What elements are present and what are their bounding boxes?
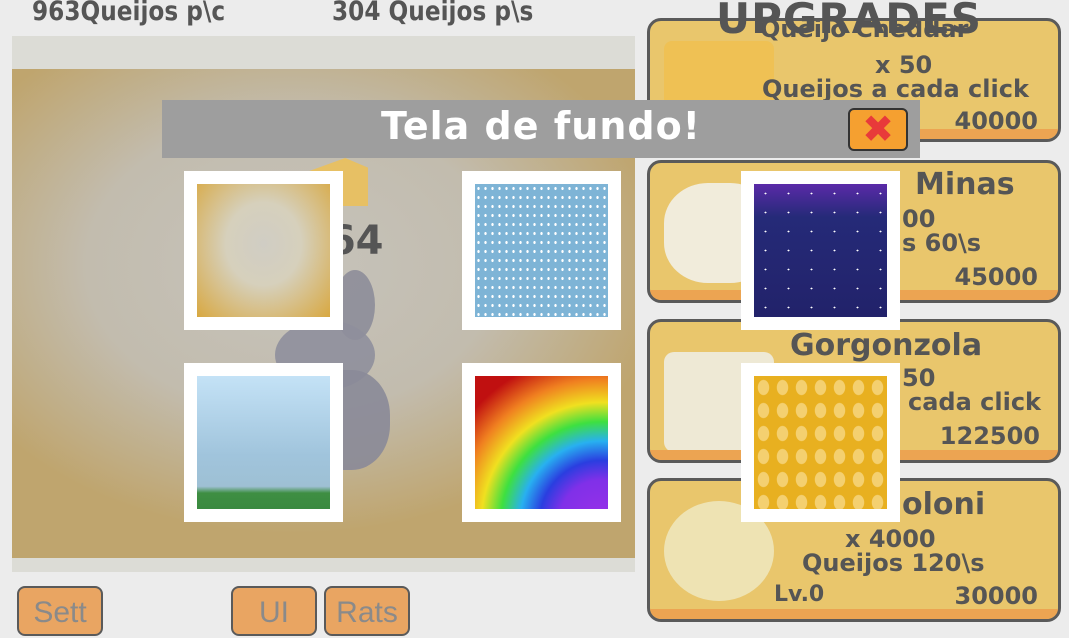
upgrade-description: Queijos 120\s	[802, 549, 985, 577]
background-option-rainbow[interactable]	[462, 363, 621, 522]
upgrade-price: 122500	[939, 422, 1040, 450]
ui-button[interactable]: UI	[231, 586, 317, 636]
upgrade-description: s 60\s	[902, 229, 982, 257]
background-modal-header: Tela de fundo! ✖	[162, 100, 920, 158]
upgrade-title: Gorgonzola	[790, 328, 983, 363]
close-x-icon[interactable]: ✖	[848, 108, 908, 151]
per-click-stat: 963Queijos p\c	[32, 0, 226, 27]
upgrade-price: 30000	[954, 582, 1039, 610]
upgrade-price: 40000	[954, 107, 1039, 135]
settings-button[interactable]: Sett	[17, 586, 103, 636]
background-option-night-sky[interactable]	[741, 171, 900, 330]
upgrade-title: Minas	[915, 167, 1015, 202]
upgrades-title: UPGRADES	[716, 0, 983, 43]
background-option-cheese-pattern[interactable]	[741, 363, 900, 522]
upgrade-title: oloni	[902, 487, 986, 522]
background-option-sky-grass[interactable]	[184, 363, 343, 522]
upgrade-level: Lv.0	[774, 582, 825, 607]
background-option-cheese-glow[interactable]	[184, 171, 343, 330]
upgrade-price: 45000	[954, 263, 1039, 291]
modal-title: Tela de fundo!	[380, 104, 702, 148]
per-second-stat: 304 Queijos p\s	[332, 0, 534, 27]
rats-button[interactable]: Rats	[324, 586, 410, 636]
upgrade-description: cada click	[908, 388, 1042, 416]
upgrade-description: Queijos a cada click	[762, 75, 1029, 103]
background-option-blue-snow[interactable]	[462, 171, 621, 330]
